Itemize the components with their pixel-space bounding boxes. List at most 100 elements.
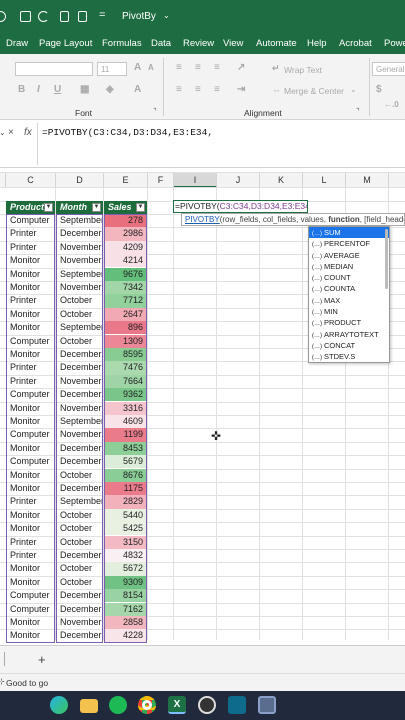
font-color-icon[interactable]: A [134,84,141,95]
app-icon[interactable] [228,696,246,714]
font-name-dropdown[interactable] [15,62,93,76]
menu-help[interactable]: Help [307,38,327,49]
active-cell-editor[interactable]: =PIVOTBY(C3:C34,D3:D34,E3:E34, [173,200,308,213]
autocomplete-item[interactable]: (…) SUM [309,227,389,239]
font-size-dropdown[interactable]: 11 [97,62,127,76]
autocomplete-item[interactable]: (…) CONCAT [309,340,389,351]
month-cell[interactable]: December [56,549,103,562]
product-cell[interactable]: Computer [6,335,55,348]
add-sheet-button[interactable]: + [38,652,46,667]
sales-cell[interactable]: 4609 [104,414,147,429]
month-cell[interactable]: December [56,603,103,616]
autocomplete-item[interactable]: (…) STDEV.S [309,351,389,362]
product-cell[interactable]: Monitor [6,442,55,455]
sales-cell[interactable]: 9309 [104,575,147,590]
product-cell[interactable]: Computer [6,428,55,441]
save-icon[interactable] [20,11,31,22]
scrollbar[interactable] [385,229,388,289]
product-cell[interactable]: Monitor [6,402,55,415]
tooltip-function-name[interactable]: PIVOTBY [185,215,220,224]
product-cell[interactable]: Computer [6,455,55,468]
month-cell[interactable]: December [56,629,103,642]
sales-cell[interactable]: 1175 [104,481,147,496]
sales-cell[interactable]: 9362 [104,388,147,402]
obs-icon[interactable] [198,696,216,714]
sales-cell[interactable]: 7162 [104,602,147,616]
filter-dropdown-icon[interactable]: ▼ [136,202,145,212]
align-bottom-icon[interactable]: ≡ [214,62,220,73]
sales-cell[interactable]: 4209 [104,240,147,255]
sales-cell[interactable]: 2986 [104,227,147,241]
sales-cell[interactable]: 5425 [104,522,147,536]
formula-input[interactable]: =PIVOTBY(C3:C34,D3:D34,E3:E34, [42,127,213,138]
month-cell[interactable]: September [56,214,103,227]
product-cell[interactable]: Printer [6,495,55,508]
product-cell[interactable]: Monitor [6,482,55,495]
sales-cell[interactable]: 5672 [104,562,147,576]
product-cell[interactable]: Printer [6,375,55,388]
product-cell[interactable]: Printer [6,241,55,254]
sales-cell[interactable]: 3150 [104,535,147,549]
italic-button[interactable]: I [37,84,40,95]
menu-review[interactable]: Review [183,38,214,49]
sales-cell[interactable]: 5679 [104,455,147,469]
filter-dropdown-icon[interactable]: ▼ [92,202,101,212]
sales-cell[interactable]: 5440 [104,508,147,523]
sales-cell[interactable]: 1309 [104,334,147,348]
menu-acrobat[interactable]: Acrobat [339,38,372,49]
month-cell[interactable]: November [56,254,103,267]
folder-icon[interactable] [80,699,98,713]
autocomplete-item[interactable]: (…) MIN [309,306,389,317]
autocomplete-item[interactable]: (…) COUNT [309,272,389,283]
sales-cell[interactable]: 8453 [104,441,147,456]
undo-icon[interactable] [38,11,49,22]
month-cell[interactable]: November [56,375,103,388]
month-cell[interactable]: September [56,495,103,508]
align-middle-icon[interactable]: ≡ [195,62,201,73]
product-cell[interactable]: Computer [6,214,55,227]
chevron-down-icon[interactable]: ⌄ [350,85,357,94]
month-cell[interactable]: December [56,442,103,455]
sales-header[interactable]: Sales ▼ [104,200,147,214]
align-center-icon[interactable]: ≡ [195,84,201,95]
sales-cell[interactable]: 7712 [104,294,147,308]
month-cell[interactable]: September [56,321,103,334]
month-cell[interactable]: October [56,335,103,348]
month-cell[interactable]: November [56,241,103,254]
column-header-l[interactable]: L [303,173,346,188]
orientation-icon[interactable]: ↗ [237,62,245,73]
month-cell[interactable]: October [56,294,103,307]
product-cell[interactable]: Printer [6,549,55,562]
excel-icon[interactable]: X [168,696,186,714]
edge-icon[interactable] [50,696,68,714]
product-cell[interactable]: Printer [6,227,55,240]
column-header-f[interactable]: F [148,173,174,188]
cancel-icon[interactable]: × [8,127,14,138]
indent-icon[interactable]: ⇥ [237,84,245,95]
sales-cell[interactable]: 7342 [104,280,147,295]
sales-cell[interactable]: 4228 [104,629,147,643]
filter-dropdown-icon[interactable]: ▼ [44,202,53,212]
merge-center-button[interactable]: Merge & Center [284,86,344,96]
currency-icon[interactable]: $ [376,84,382,95]
bold-button[interactable]: B [18,84,25,95]
file-icon[interactable] [78,11,87,22]
product-cell[interactable]: Monitor [6,254,55,267]
month-cell[interactable]: December [56,348,103,361]
chevron-down-icon[interactable]: ⌄ [163,11,170,20]
sales-cell[interactable]: 8595 [104,347,147,362]
month-cell[interactable]: September [56,268,103,281]
product-cell[interactable]: Monitor [6,616,55,629]
month-cell[interactable]: December [56,361,103,374]
sales-cell[interactable]: 896 [104,321,147,335]
product-cell[interactable]: Computer [6,589,55,602]
month-cell[interactable]: December [56,589,103,602]
sales-cell[interactable]: 9676 [104,267,147,281]
sales-cell[interactable]: 278 [104,213,147,228]
month-cell[interactable]: October [56,562,103,575]
product-cell[interactable]: Printer [6,536,55,549]
sales-cell[interactable]: 2858 [104,615,147,630]
fill-color-icon[interactable]: ◈ [106,84,114,95]
month-cell[interactable]: October [56,522,103,535]
column-header-i[interactable]: I [174,173,217,188]
